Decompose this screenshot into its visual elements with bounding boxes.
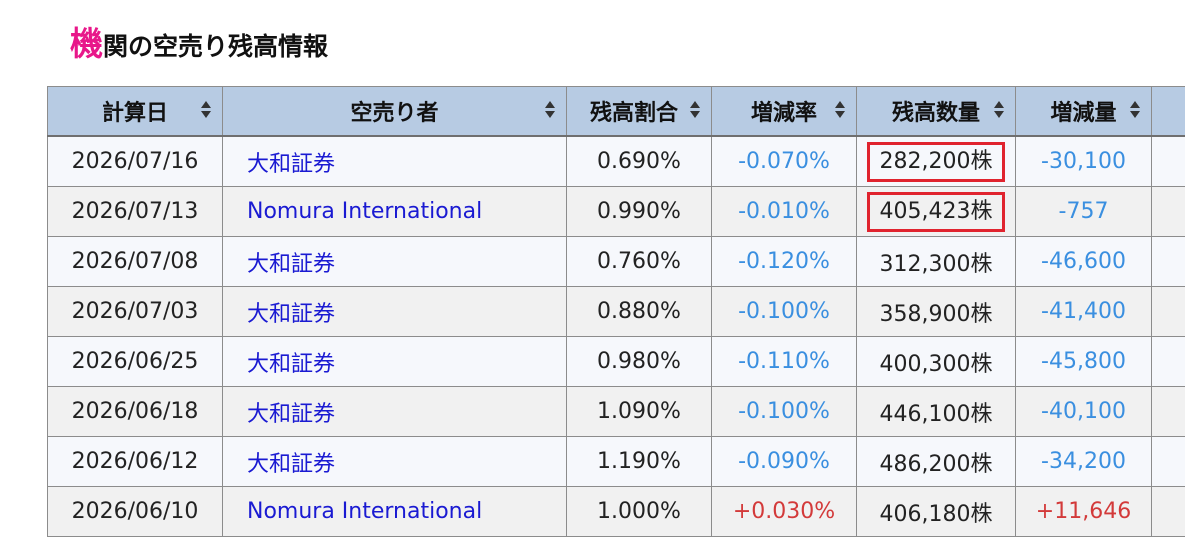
cell-change-qty: -30,100 [1015, 135, 1152, 187]
cell-quantity: 446,100株 [856, 386, 1016, 437]
table-row: 2026/06/12 大和証券 1.190% -0.090% 486,200株 … [47, 436, 1185, 487]
table-row: 2026/07/16 大和証券 0.690% -0.070% 282,200株 … [47, 135, 1185, 187]
cell-date: 2026/06/12 [47, 436, 223, 487]
cell-date: 2026/06/10 [47, 486, 223, 537]
cell-quantity: 358,900株 [856, 286, 1016, 337]
seller-link[interactable]: Nomura International [247, 499, 482, 524]
cell-date: 2026/06/18 [47, 386, 223, 437]
highlighted-quantity: 282,200株 [866, 141, 1006, 182]
cell-date: 2026/07/03 [47, 286, 223, 337]
cell-change-rate: +0.030% [711, 486, 857, 537]
cell-ratio: 1.190% [566, 436, 712, 487]
page: 機関の空売り残高情報 計算日 空売り者 残高割合 増減率 残高数量 増減量 20… [0, 0, 1185, 539]
page-title: 機関の空売り残高情報 [70, 24, 328, 67]
cell-quantity: 312,300株 [856, 236, 1016, 287]
table-body: 2026/07/16 大和証券 0.690% -0.070% 282,200株 … [47, 135, 1185, 537]
cell-ratio: 1.000% [566, 486, 712, 537]
seller-link[interactable]: 大和証券 [247, 402, 335, 427]
cell-quantity: 282,200株 [856, 135, 1016, 187]
cell-extra [1151, 336, 1185, 387]
cell-seller: 大和証券 [222, 436, 567, 487]
header-change-rate[interactable]: 増減率 [711, 86, 857, 137]
seller-link[interactable]: 大和証券 [247, 252, 335, 277]
cell-change-qty: -46,600 [1015, 236, 1152, 287]
cell-ratio: 0.760% [566, 236, 712, 287]
header-quantity[interactable]: 残高数量 [856, 86, 1016, 137]
cell-extra [1151, 386, 1185, 437]
cell-change-qty: -41,400 [1015, 286, 1152, 337]
header-extra [1151, 86, 1185, 137]
sort-arrows-icon[interactable] [545, 101, 556, 121]
cell-extra [1151, 186, 1185, 237]
sort-arrows-icon[interactable] [1130, 101, 1141, 121]
title-rest: 関の空売り残高情報 [103, 32, 329, 61]
table-row: 2026/07/13 Nomura International 0.990% -… [47, 186, 1185, 237]
cell-change-qty: -40,100 [1015, 386, 1152, 437]
sort-arrows-icon[interactable] [201, 101, 212, 121]
header-seller[interactable]: 空売り者 [222, 86, 567, 137]
cell-date: 2026/07/08 [47, 236, 223, 287]
table-row: 2026/06/25 大和証券 0.980% -0.110% 400,300株 … [47, 336, 1185, 387]
cell-ratio: 1.090% [566, 386, 712, 437]
cell-change-qty: -34,200 [1015, 436, 1152, 487]
seller-link[interactable]: 大和証券 [247, 452, 335, 477]
cell-change-rate: -0.100% [711, 286, 857, 337]
cell-change-rate: -0.120% [711, 236, 857, 287]
seller-link[interactable]: Nomura International [247, 199, 482, 224]
cell-change-qty: -45,800 [1015, 336, 1152, 387]
cell-quantity: 406,180株 [856, 486, 1016, 537]
header-date[interactable]: 計算日 [47, 86, 223, 137]
table-row: 2026/06/18 大和証券 1.090% -0.100% 446,100株 … [47, 386, 1185, 437]
cell-seller: 大和証券 [222, 286, 567, 337]
cell-change-rate: -0.010% [711, 186, 857, 237]
cell-extra [1151, 436, 1185, 487]
cell-change-qty: -757 [1015, 186, 1152, 237]
cell-change-rate: -0.090% [711, 436, 857, 487]
header-row: 計算日 空売り者 残高割合 増減率 残高数量 増減量 [47, 86, 1185, 137]
seller-link[interactable]: 大和証券 [247, 352, 335, 377]
cell-change-rate: -0.100% [711, 386, 857, 437]
seller-link[interactable]: 大和証券 [247, 302, 335, 327]
cell-change-rate: -0.070% [711, 135, 857, 187]
title-first-char: 機 [70, 24, 103, 63]
cell-ratio: 0.690% [566, 135, 712, 187]
cell-date: 2026/07/16 [47, 135, 223, 187]
cell-extra [1151, 286, 1185, 337]
seller-link[interactable]: 大和証券 [247, 152, 335, 177]
sort-arrows-icon[interactable] [994, 101, 1005, 121]
header-ratio[interactable]: 残高割合 [566, 86, 712, 137]
cell-ratio: 0.880% [566, 286, 712, 337]
cell-seller: 大和証券 [222, 386, 567, 437]
cell-seller: 大和証券 [222, 135, 567, 187]
cell-seller: Nomura International [222, 486, 567, 537]
cell-change-qty: +11,646 [1015, 486, 1152, 537]
cell-date: 2026/06/25 [47, 336, 223, 387]
cell-quantity: 486,200株 [856, 436, 1016, 487]
cell-extra [1151, 135, 1185, 187]
cell-extra [1151, 486, 1185, 537]
cell-extra [1151, 236, 1185, 287]
table-container: 計算日 空売り者 残高割合 増減率 残高数量 増減量 2026/07/16 大和… [47, 86, 1185, 537]
cell-date: 2026/07/13 [47, 186, 223, 237]
cell-ratio: 0.980% [566, 336, 712, 387]
table-row: 2026/06/10 Nomura International 1.000% +… [47, 486, 1185, 537]
cell-ratio: 0.990% [566, 186, 712, 237]
highlighted-quantity: 405,423株 [866, 191, 1006, 232]
sort-arrows-icon[interactable] [690, 101, 701, 121]
cell-change-rate: -0.110% [711, 336, 857, 387]
cell-seller: Nomura International [222, 186, 567, 237]
cell-quantity: 405,423株 [856, 186, 1016, 237]
cell-seller: 大和証券 [222, 236, 567, 287]
cell-quantity: 400,300株 [856, 336, 1016, 387]
header-change-qty[interactable]: 増減量 [1015, 86, 1152, 137]
short-interest-table: 計算日 空売り者 残高割合 増減率 残高数量 増減量 2026/07/16 大和… [47, 86, 1185, 537]
table-row: 2026/07/08 大和証券 0.760% -0.120% 312,300株 … [47, 236, 1185, 287]
sort-arrows-icon[interactable] [835, 101, 846, 121]
table-row: 2026/07/03 大和証券 0.880% -0.100% 358,900株 … [47, 286, 1185, 337]
cell-seller: 大和証券 [222, 336, 567, 387]
